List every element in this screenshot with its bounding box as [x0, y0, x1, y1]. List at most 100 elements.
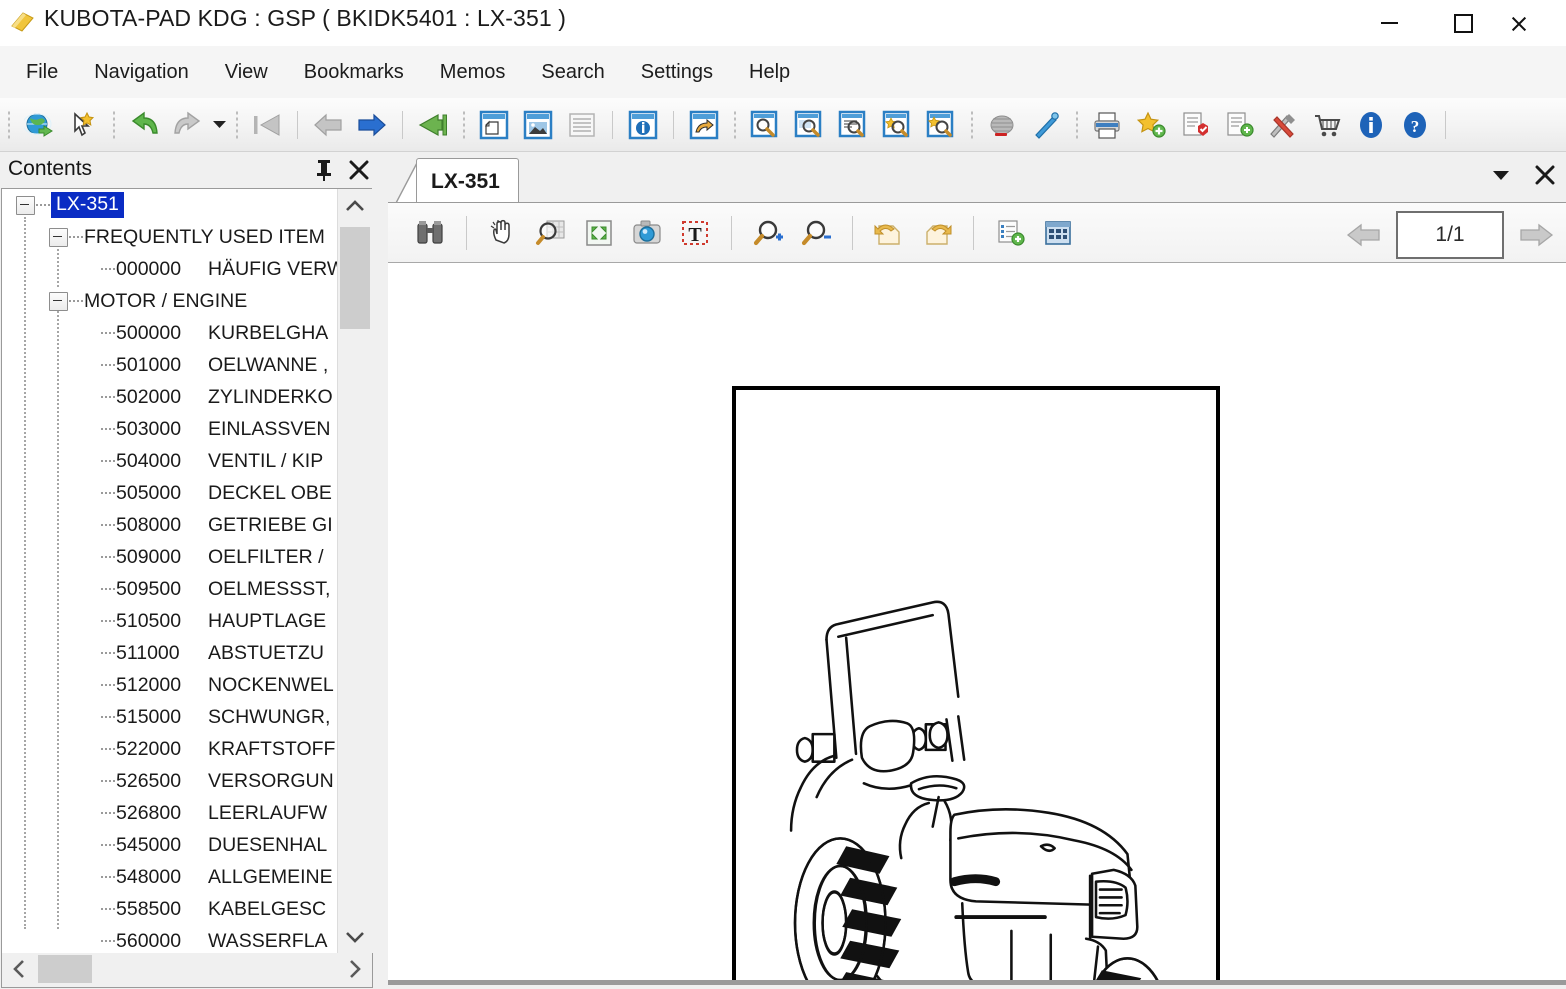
tree-item[interactable]: 505000 DECKEL OBE	[2, 477, 354, 509]
zoom-in-icon[interactable]	[744, 209, 792, 257]
tree-expander-collapse[interactable]	[49, 227, 68, 247]
globe-icon[interactable]	[17, 103, 61, 147]
tree-item[interactable]: 526500 VERSORGUN	[2, 765, 354, 797]
tree-item[interactable]: 558500 KABELGESC	[2, 893, 354, 925]
search-image-icon[interactable]	[787, 103, 831, 147]
scroll-left-icon[interactable]	[2, 953, 36, 985]
text-select-icon[interactable]: T	[671, 209, 719, 257]
tree-item[interactable]: 509000 OELFILTER /	[2, 541, 354, 573]
tree-item[interactable]: 511000 ABSTUETZU	[2, 637, 354, 669]
search-new-icon[interactable]	[919, 103, 963, 147]
tree-item[interactable]: 515000 SCHWUNGR,	[2, 701, 354, 733]
document-view-icon[interactable]	[472, 103, 516, 147]
document-view[interactable]	[388, 262, 1566, 985]
next-page-button[interactable]	[1514, 213, 1558, 257]
menu-settings[interactable]: Settings	[625, 55, 729, 90]
info-panel-icon[interactable]	[621, 103, 665, 147]
menu-bookmarks[interactable]: Bookmarks	[288, 55, 420, 90]
tree-scroll-thumb[interactable]	[340, 227, 370, 329]
fit-page-icon[interactable]	[575, 209, 623, 257]
tree-item[interactable]: 509500 OELMESSST,	[2, 573, 354, 605]
search-doc-icon[interactable]	[743, 103, 787, 147]
add-favorite-icon[interactable]	[1129, 103, 1173, 147]
first-page-icon[interactable]	[245, 103, 289, 147]
tree-hscroll-thumb[interactable]	[38, 955, 92, 983]
toolbar-grip[interactable]	[461, 109, 466, 140]
document-page[interactable]	[732, 386, 1220, 985]
engine-icon[interactable]	[980, 103, 1024, 147]
tab-close-icon[interactable]	[1530, 160, 1560, 190]
toolbar-grip[interactable]	[6, 109, 11, 140]
contents-tree[interactable]: LX-351 FREQUENTLY USED ITEM 000000 HÄUFIG V…	[2, 189, 354, 954]
rotate-right-icon[interactable]	[913, 209, 961, 257]
help-icon[interactable]: ?	[1393, 103, 1437, 147]
toolbar-grip[interactable]	[969, 109, 974, 140]
minimize-button[interactable]	[1352, 0, 1426, 46]
tree-expander-collapse[interactable]	[49, 291, 68, 311]
tree-item[interactable]: 548000 ALLGEMEINE	[2, 861, 354, 893]
zoom-out-icon[interactable]	[792, 209, 840, 257]
pointer-select-icon[interactable]	[61, 103, 105, 147]
image-view-icon[interactable]	[516, 103, 560, 147]
menu-view[interactable]: View	[209, 55, 284, 90]
tree-item[interactable]: 512000 NOCKENWEL	[2, 669, 354, 701]
search-star-icon[interactable]	[875, 103, 919, 147]
page-indicator[interactable]: 1/1	[1396, 211, 1504, 259]
tree-item[interactable]: 522000 KRAFTSTOFF	[2, 733, 354, 765]
toolbar-grip[interactable]	[732, 109, 737, 140]
info-icon[interactable]	[1349, 103, 1393, 147]
redo-gray-icon[interactable]	[166, 103, 210, 147]
tree-item[interactable]: 503000 EINLASSVEN	[2, 413, 354, 445]
contents-close-icon[interactable]	[345, 156, 373, 184]
scroll-down-icon[interactable]	[338, 920, 372, 954]
toolbar-grip[interactable]	[234, 109, 239, 140]
tree-item[interactable]: 500000 KURBELGHA	[2, 317, 354, 349]
toolbar-grip[interactable]	[1074, 109, 1079, 140]
tree-item[interactable]: 508000 GETRIEBE GI	[2, 509, 354, 541]
memo-check-icon[interactable]	[1173, 103, 1217, 147]
tab-lx-351[interactable]: LX-351	[416, 158, 519, 205]
add-memo-icon[interactable]	[986, 209, 1034, 257]
snapshot-icon[interactable]	[623, 209, 671, 257]
tree-item[interactable]: 504000 VENTIL / KIP	[2, 445, 354, 477]
back-icon[interactable]	[306, 103, 350, 147]
zoom-area-icon[interactable]	[527, 209, 575, 257]
print-icon[interactable]	[1085, 103, 1129, 147]
prev-page-button[interactable]	[1342, 213, 1386, 257]
scroll-up-icon[interactable]	[338, 189, 372, 223]
binoculars-icon[interactable]	[406, 209, 454, 257]
cart-icon[interactable]	[1305, 103, 1349, 147]
tree-item[interactable]: LX-351	[2, 189, 354, 221]
menu-memos[interactable]: Memos	[424, 55, 522, 90]
tab-list-caret-icon[interactable]	[1486, 160, 1516, 190]
tree-item[interactable]: 560000 WASSERFLA	[2, 925, 354, 954]
table-view-icon[interactable]	[1034, 209, 1082, 257]
menu-help[interactable]: Help	[733, 55, 806, 90]
scroll-right-icon[interactable]	[338, 953, 372, 985]
jump-back-icon[interactable]	[682, 103, 726, 147]
memo-add-icon[interactable]	[1217, 103, 1261, 147]
tree-item[interactable]: 526800 LEERLAUFW	[2, 797, 354, 829]
menu-search[interactable]: Search	[525, 55, 620, 90]
undo-green-icon[interactable]	[122, 103, 166, 147]
tree-horizontal-scrollbar[interactable]	[1, 953, 373, 988]
menu-navigation[interactable]: Navigation	[78, 55, 205, 90]
tree-expander-collapse[interactable]	[16, 195, 35, 215]
menu-file[interactable]: File	[10, 55, 74, 90]
search-text-icon[interactable]	[831, 103, 875, 147]
close-button[interactable]	[1500, 0, 1566, 46]
pin-icon[interactable]	[310, 156, 338, 184]
chevron-down-icon[interactable]	[210, 104, 228, 146]
pan-hand-icon[interactable]	[479, 209, 527, 257]
text-list-icon[interactable]	[560, 103, 604, 147]
tree-item[interactable]: FREQUENTLY USED ITEM	[2, 221, 354, 253]
forward-icon[interactable]	[350, 103, 394, 147]
maximize-button[interactable]	[1426, 0, 1500, 46]
tree-item[interactable]: 510500 HAUPTLAGE	[2, 605, 354, 637]
wrench-blue-icon[interactable]	[1024, 103, 1068, 147]
tree-item[interactable]: 000000 HÄUFIG VERW	[2, 253, 354, 285]
last-page-icon[interactable]	[411, 103, 455, 147]
tree-item[interactable]: 502000 ZYLINDERKO	[2, 381, 354, 413]
tree-item[interactable]: 545000 DUESENHAL	[2, 829, 354, 861]
tools-icon[interactable]	[1261, 103, 1305, 147]
